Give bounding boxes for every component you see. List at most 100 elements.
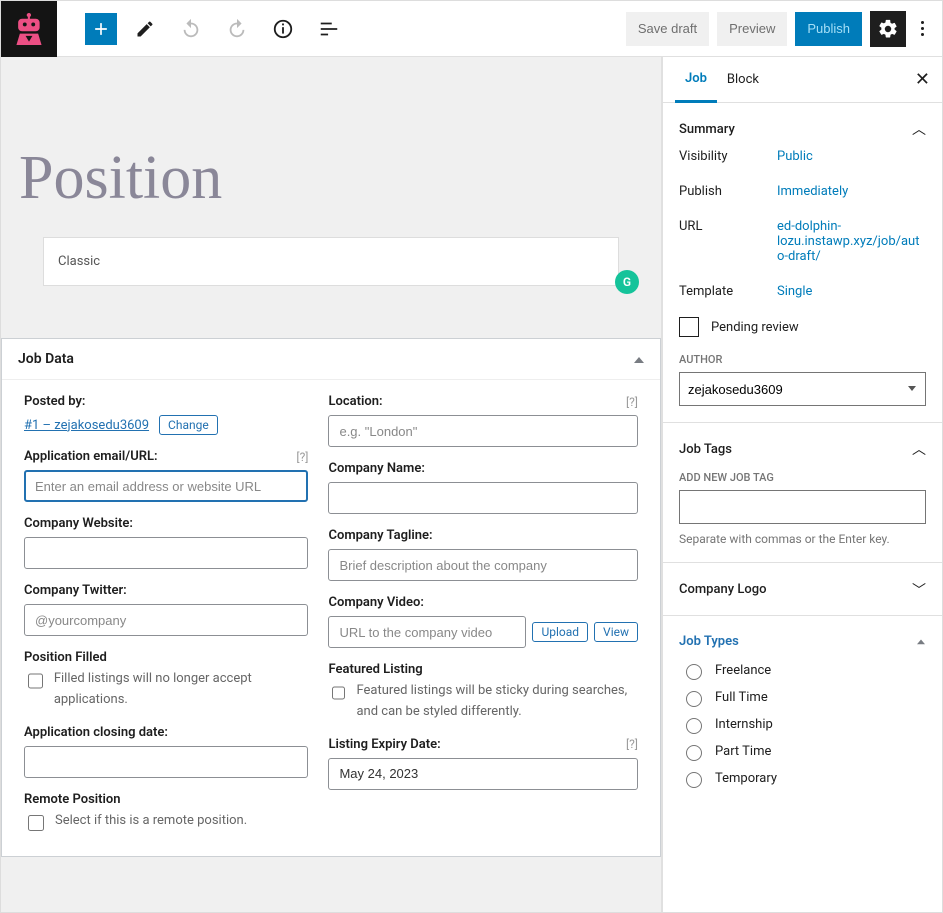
title-area: Position Classic G [1, 57, 661, 326]
settings-button[interactable] [870, 11, 906, 47]
app-root: Save draft Preview Publish Position Clas… [0, 0, 943, 913]
site-logo[interactable] [1, 1, 57, 57]
chevron-down-icon: ︿ [912, 579, 926, 599]
company-name-input[interactable] [328, 482, 638, 514]
visibility-value[interactable]: Public [777, 149, 926, 164]
tag-hint: Separate with commas or the Enter key. [679, 532, 926, 546]
company-name-label: Company Name: [328, 461, 638, 476]
form-left-column: Posted by: #1 – zejakosedu3609 Change Ap… [24, 394, 308, 834]
summary-header[interactable]: Summary ︿ [679, 119, 926, 139]
redo-button[interactable] [219, 11, 255, 47]
grammarly-icon[interactable]: G [615, 270, 639, 294]
robot-logo-icon [15, 13, 43, 45]
tab-block[interactable]: Block [717, 57, 769, 103]
job-tags-title: Job Tags [679, 442, 732, 457]
job-types-title: Job Types [679, 634, 739, 649]
post-title-input[interactable]: Position [19, 147, 643, 209]
publish-label: Publish [679, 184, 765, 199]
preview-button[interactable]: Preview [717, 12, 787, 46]
closing-date-input[interactable] [24, 746, 308, 778]
job-types-panel: Job Types Freelance Full Time Internship… [663, 616, 942, 804]
expiry-date-input[interactable] [328, 758, 638, 790]
pending-review-checkbox[interactable] [679, 317, 699, 337]
posted-by-label: Posted by: [24, 394, 308, 409]
add-tag-input[interactable] [679, 490, 926, 524]
publish-value[interactable]: Immediately [777, 184, 926, 199]
topbar: Save draft Preview Publish [1, 1, 942, 57]
template-value[interactable]: Single [777, 284, 926, 299]
help-icon[interactable]: [?] [626, 737, 638, 751]
metabox-body: Posted by: #1 – zejakosedu3609 Change Ap… [2, 380, 660, 856]
featured-desc: Featured listings will be sticky during … [356, 681, 638, 723]
more-options-button[interactable] [914, 13, 930, 44]
metabox-title: Job Data [18, 351, 74, 367]
job-types-list: Freelance Full Time Internship Part Time… [679, 661, 926, 788]
url-value[interactable]: ed-dolphin-lozu.instawp.xyz/job/auto-dra… [777, 219, 926, 264]
job-type-option[interactable]: Freelance [681, 661, 926, 680]
remote-checkbox[interactable] [28, 815, 44, 831]
job-types-header[interactable]: Job Types [679, 632, 926, 661]
metabox-header[interactable]: Job Data [2, 339, 660, 380]
publish-button[interactable]: Publish [795, 12, 862, 46]
redo-icon [226, 18, 248, 40]
save-draft-button[interactable]: Save draft [626, 12, 709, 46]
toolbar-right: Save draft Preview Publish [626, 11, 942, 47]
sidebar-tabs: Job Block ✕ [663, 57, 942, 103]
remote-desc: Select if this is a remote position. [55, 811, 247, 832]
company-website-label: Company Website: [24, 516, 308, 531]
company-logo-title: Company Logo [679, 582, 766, 597]
job-type-option[interactable]: Temporary [681, 769, 926, 788]
add-block-button[interactable] [85, 13, 117, 45]
job-tags-header[interactable]: Job Tags ︿ [679, 439, 926, 459]
settings-sidebar: Job Block ✕ Summary ︿ Visibility Public P… [662, 57, 942, 912]
posted-by-link[interactable]: #1 – zejakosedu3609 [24, 418, 149, 433]
info-button[interactable] [265, 11, 301, 47]
visibility-label: Visibility [679, 149, 765, 164]
undo-button[interactable] [173, 11, 209, 47]
closing-date-label: Application closing date: [24, 725, 308, 740]
job-type-option[interactable]: Full Time [681, 688, 926, 707]
summary-title: Summary [679, 122, 735, 137]
company-logo-header[interactable]: Company Logo ︿ [679, 579, 926, 599]
featured-label: Featured Listing [328, 662, 638, 677]
company-twitter-input[interactable] [24, 604, 308, 636]
close-sidebar-button[interactable]: ✕ [915, 69, 930, 90]
remote-label: Remote Position [24, 792, 308, 807]
company-logo-panel: Company Logo ︿ [663, 563, 942, 616]
job-type-option[interactable]: Internship [681, 715, 926, 734]
gear-icon [877, 18, 899, 40]
company-tagline-input[interactable] [328, 549, 638, 581]
company-twitter-label: Company Twitter: [24, 583, 308, 598]
summary-panel: Summary ︿ Visibility Public Publish Immedi… [663, 103, 942, 423]
app-email-label: Application email/URL:[?] [24, 449, 308, 464]
author-select[interactable]: zejakosedu3609 [679, 372, 926, 406]
edit-mode-button[interactable] [127, 11, 163, 47]
classic-block[interactable]: Classic [43, 237, 619, 286]
job-data-metabox: Job Data Posted by: #1 – zejakosedu3609 … [1, 338, 661, 857]
outline-button[interactable] [311, 11, 347, 47]
collapse-arrow-icon [917, 636, 925, 648]
change-author-button[interactable]: Change [159, 415, 218, 435]
application-email-input[interactable] [24, 470, 308, 502]
view-video-button[interactable]: View [594, 622, 638, 642]
position-filled-checkbox[interactable] [28, 673, 43, 689]
upload-video-button[interactable]: Upload [532, 622, 588, 642]
help-icon[interactable]: [?] [626, 395, 638, 409]
company-website-input[interactable] [24, 537, 308, 569]
add-tag-label: ADD NEW JOB TAG [679, 471, 926, 484]
job-type-option[interactable]: Part Time [681, 742, 926, 761]
chevron-up-icon: ︿ [912, 439, 926, 459]
company-video-label: Company Video: [328, 595, 638, 610]
chevron-up-icon: ︿ [912, 119, 926, 139]
company-video-input[interactable] [328, 616, 526, 648]
help-icon[interactable]: [?] [296, 450, 308, 464]
info-icon [272, 18, 294, 40]
editor-area: Position Classic G Job Data Posted by: [1, 57, 662, 912]
featured-checkbox[interactable] [332, 685, 345, 701]
expiry-label: Listing Expiry Date:[?] [328, 737, 638, 752]
author-label: AUTHOR [679, 353, 926, 366]
location-input[interactable] [328, 415, 638, 447]
tab-job[interactable]: Job [675, 57, 717, 103]
pending-review-label: Pending review [711, 320, 799, 335]
company-tagline-label: Company Tagline: [328, 528, 638, 543]
